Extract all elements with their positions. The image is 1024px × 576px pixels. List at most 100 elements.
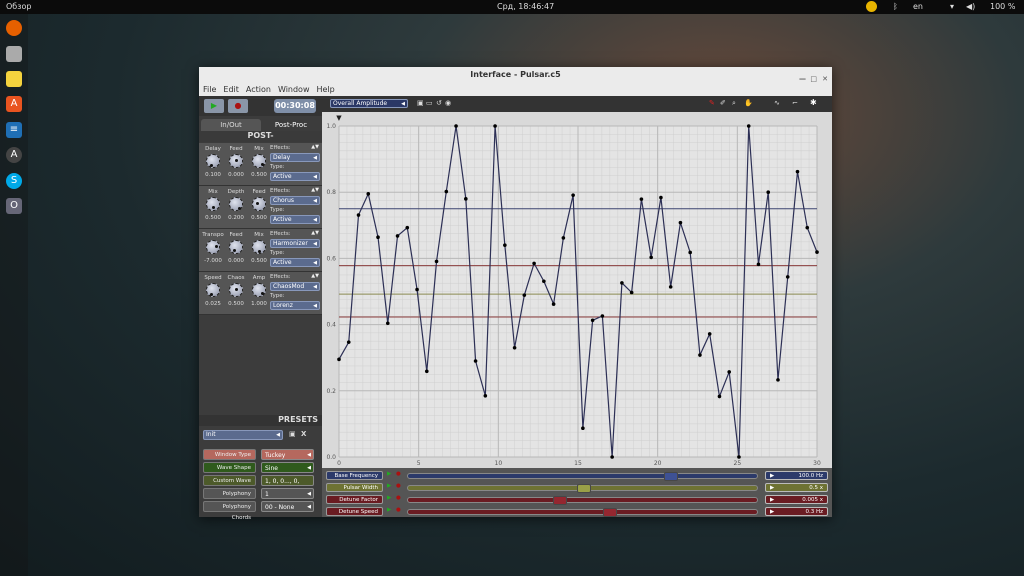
play-icon[interactable]: ▶ [770,472,774,481]
data-point[interactable] [337,357,341,362]
data-point[interactable] [571,193,575,197]
move-arrows-icon[interactable]: ▲▼ [311,230,319,236]
record-icon[interactable]: ● [396,483,401,489]
slider-value[interactable]: ▶ 0.005 x [765,495,828,504]
preset-row-value[interactable]: Sine [261,462,314,474]
play-icon[interactable]: ▶ [770,484,774,493]
slider-value[interactable]: ▶ 0.5 x [765,483,828,492]
skype-icon[interactable]: S [6,173,22,189]
volume-icon[interactable]: ◀) [966,2,975,11]
notes-icon[interactable] [6,71,22,87]
knob-dial[interactable] [252,154,266,168]
save-icon[interactable]: ▣ [417,99,424,107]
bluetooth-icon[interactable]: ᛒ [893,2,898,11]
record-icon[interactable]: ● [396,471,401,477]
data-point[interactable] [668,285,673,289]
move-arrows-icon[interactable]: ▲▼ [311,187,319,193]
data-point[interactable] [561,236,566,240]
wifi-icon[interactable]: ▾ [950,2,954,11]
menu-file[interactable]: File [203,83,216,96]
data-point[interactable] [454,124,458,128]
writer-icon[interactable]: ≡ [6,122,22,138]
app-icon[interactable]: O [6,198,22,214]
knob-dial[interactable] [252,283,266,297]
data-point[interactable] [542,279,546,284]
data-point[interactable] [717,394,722,399]
slider-handle[interactable] [664,472,679,481]
settings-gear-icon[interactable]: ✱ [810,98,817,107]
delete-preset-button[interactable]: X [301,430,306,438]
files-icon[interactable] [6,46,22,62]
data-point[interactable] [483,393,488,398]
data-point[interactable] [385,321,390,326]
slider-handle[interactable] [552,496,567,505]
data-point[interactable] [434,259,439,264]
knob-dial[interactable] [252,240,266,254]
menu-window[interactable]: Window [278,83,310,96]
data-point[interactable] [629,290,634,295]
data-point[interactable] [756,262,761,267]
move-arrows-icon[interactable]: ▲▼ [311,144,319,150]
preset-row-value[interactable]: 1 [261,488,314,500]
preset-row-value[interactable]: 1, 0, 0..., 0, 0.05 [261,475,314,498]
record-icon[interactable]: ● [396,507,401,513]
battery-level[interactable]: 100 % [990,2,1015,11]
tab-in-out[interactable]: In/Out [201,119,261,131]
data-point[interactable] [424,369,429,374]
eye-icon[interactable]: ◉ [445,99,451,107]
play-icon[interactable]: ▶ [387,495,391,501]
amplitude-chart[interactable]: 0 5 10 15 20 25 30 0.0 0.2 0.4 0.6 0.8 1.0▼ [322,112,832,468]
data-point[interactable] [776,378,780,382]
data-point[interactable] [659,195,663,200]
menu-edit[interactable]: Edit [223,83,239,96]
software-icon[interactable]: A [6,96,22,112]
slider-track[interactable] [407,508,758,517]
slider-track[interactable] [407,472,758,481]
slider-track[interactable] [407,496,758,505]
update-icon[interactable] [866,1,877,12]
record-button[interactable]: ● [228,99,248,113]
data-point[interactable] [815,250,819,254]
data-point[interactable] [493,124,497,128]
data-point[interactable] [639,197,644,201]
data-point[interactable] [698,353,702,357]
data-point[interactable] [522,293,527,297]
envelope-icon[interactable]: ⌐ [792,99,798,107]
data-point[interactable] [649,255,653,260]
data-point[interactable] [405,225,410,230]
data-point[interactable] [464,197,468,201]
effect-select[interactable]: ChaosMod [270,282,320,291]
hand-icon[interactable]: ✋ [744,99,753,107]
close-button[interactable]: ✕ [822,71,828,87]
data-point[interactable] [415,287,419,292]
data-point[interactable] [727,370,732,374]
data-point[interactable] [707,332,712,336]
data-point[interactable] [610,455,614,459]
pointer-icon[interactable]: ✎ [709,99,715,107]
data-point[interactable] [444,189,449,194]
firefox-icon[interactable] [6,20,22,36]
preset-row-value[interactable]: Tuckey [261,449,314,461]
menu-help[interactable]: Help [317,83,335,96]
play-icon[interactable]: ▶ [770,496,774,505]
folder-icon[interactable]: ▭ [426,99,433,107]
type-select[interactable]: Active [270,215,320,224]
move-arrows-icon[interactable]: ▲▼ [311,273,319,279]
play-button[interactable]: ▶ [204,99,224,113]
data-point[interactable] [473,359,478,363]
data-point[interactable] [376,235,380,240]
slider-value[interactable]: ▶ 0.3 Hz [765,507,828,516]
slider-track[interactable] [407,484,758,493]
menu-action[interactable]: Action [246,83,271,96]
data-point[interactable] [503,243,507,247]
data-point[interactable] [746,124,751,128]
save-preset-icon[interactable]: ▣ [289,430,296,438]
data-point[interactable] [795,169,800,174]
minimize-button[interactable]: — [799,71,806,87]
play-icon[interactable]: ▶ [387,471,391,477]
data-point[interactable] [805,225,810,230]
slider-value[interactable]: ▶ 100.0 Hz [765,471,828,480]
data-point[interactable] [600,314,605,318]
tab-post-proc[interactable]: Post-Proc [261,119,321,131]
knob-dial[interactable] [252,197,266,211]
